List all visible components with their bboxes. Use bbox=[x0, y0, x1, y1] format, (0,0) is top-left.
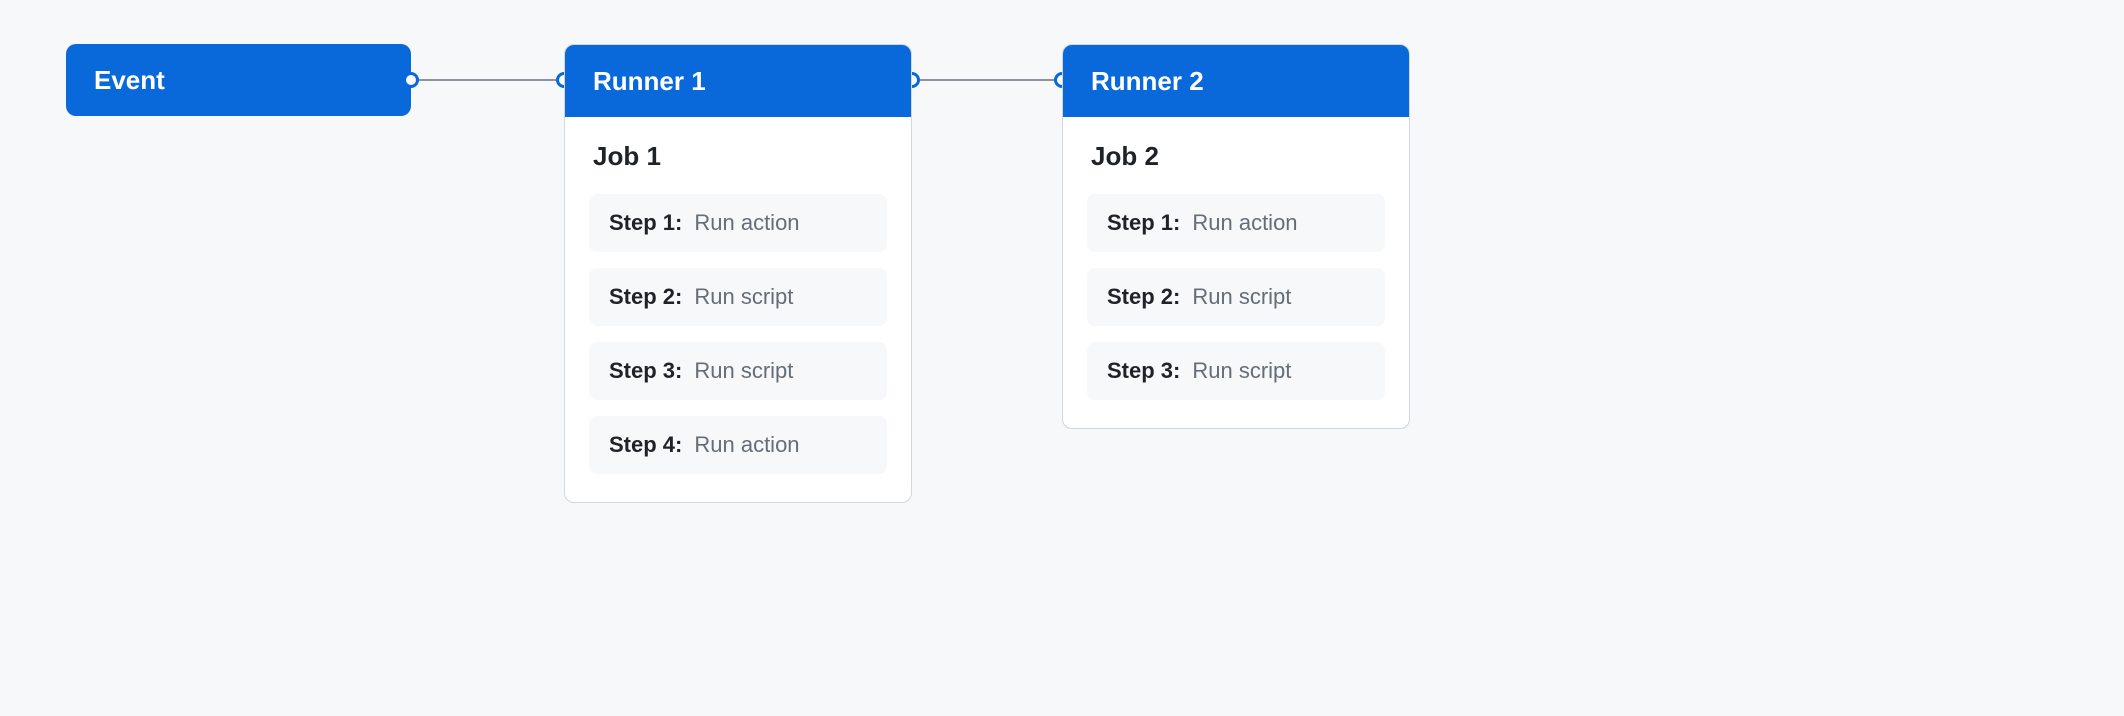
event-node: Event bbox=[66, 44, 411, 116]
step-description: Run action bbox=[1192, 210, 1297, 236]
connector-line bbox=[912, 79, 1062, 81]
job-body: Job 1 Step 1: Run action Step 2: Run scr… bbox=[565, 117, 911, 502]
step-label: Step 3: bbox=[1107, 358, 1180, 384]
step-item: Step 1: Run action bbox=[589, 194, 887, 252]
runner-title: Runner 1 bbox=[593, 66, 706, 97]
connector-line bbox=[411, 79, 564, 81]
step-label: Step 2: bbox=[609, 284, 682, 310]
job-title: Job 1 bbox=[593, 141, 887, 172]
job-title: Job 2 bbox=[1091, 141, 1385, 172]
runner-card-2: Runner 2 Job 2 Step 1: Run action Step 2… bbox=[1062, 44, 1410, 429]
runner-card-1: Runner 1 Job 1 Step 1: Run action Step 2… bbox=[564, 44, 912, 503]
step-description: Run script bbox=[694, 284, 793, 310]
step-description: Run action bbox=[694, 210, 799, 236]
step-label: Step 3: bbox=[609, 358, 682, 384]
step-description: Run script bbox=[1192, 358, 1291, 384]
event-label: Event bbox=[94, 65, 165, 96]
step-label: Step 2: bbox=[1107, 284, 1180, 310]
step-description: Run script bbox=[1192, 284, 1291, 310]
workflow-diagram: Event Runner 1 Job 1 Step 1: Run action … bbox=[0, 0, 2124, 716]
runner-header: Runner 1 bbox=[565, 45, 911, 117]
step-item: Step 2: Run script bbox=[1087, 268, 1385, 326]
step-list: Step 1: Run action Step 2: Run script St… bbox=[1087, 194, 1385, 400]
step-label: Step 4: bbox=[609, 432, 682, 458]
step-list: Step 1: Run action Step 2: Run script St… bbox=[589, 194, 887, 474]
runner-header: Runner 2 bbox=[1063, 45, 1409, 117]
step-item: Step 4: Run action bbox=[589, 416, 887, 474]
job-body: Job 2 Step 1: Run action Step 2: Run scr… bbox=[1063, 117, 1409, 428]
step-label: Step 1: bbox=[1107, 210, 1180, 236]
step-item: Step 2: Run script bbox=[589, 268, 887, 326]
runner-title: Runner 2 bbox=[1091, 66, 1204, 97]
step-item: Step 3: Run script bbox=[589, 342, 887, 400]
connection-port-icon bbox=[403, 72, 419, 88]
step-description: Run script bbox=[694, 358, 793, 384]
step-item: Step 1: Run action bbox=[1087, 194, 1385, 252]
step-description: Run action bbox=[694, 432, 799, 458]
step-item: Step 3: Run script bbox=[1087, 342, 1385, 400]
step-label: Step 1: bbox=[609, 210, 682, 236]
